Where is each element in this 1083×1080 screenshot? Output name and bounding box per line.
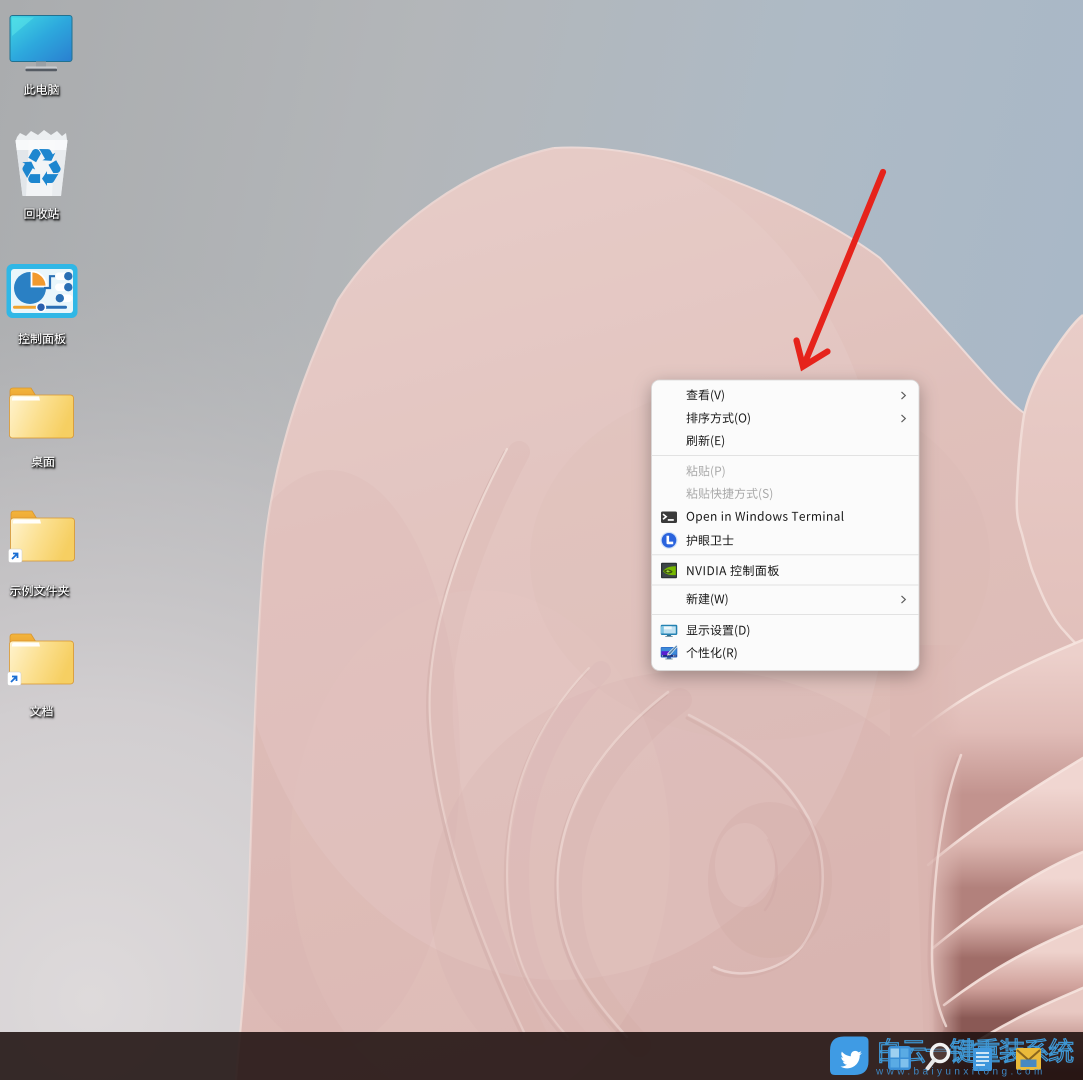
svg-text:www.baiyunxitong.com: www.baiyunxitong.com: [875, 1067, 1046, 1078]
